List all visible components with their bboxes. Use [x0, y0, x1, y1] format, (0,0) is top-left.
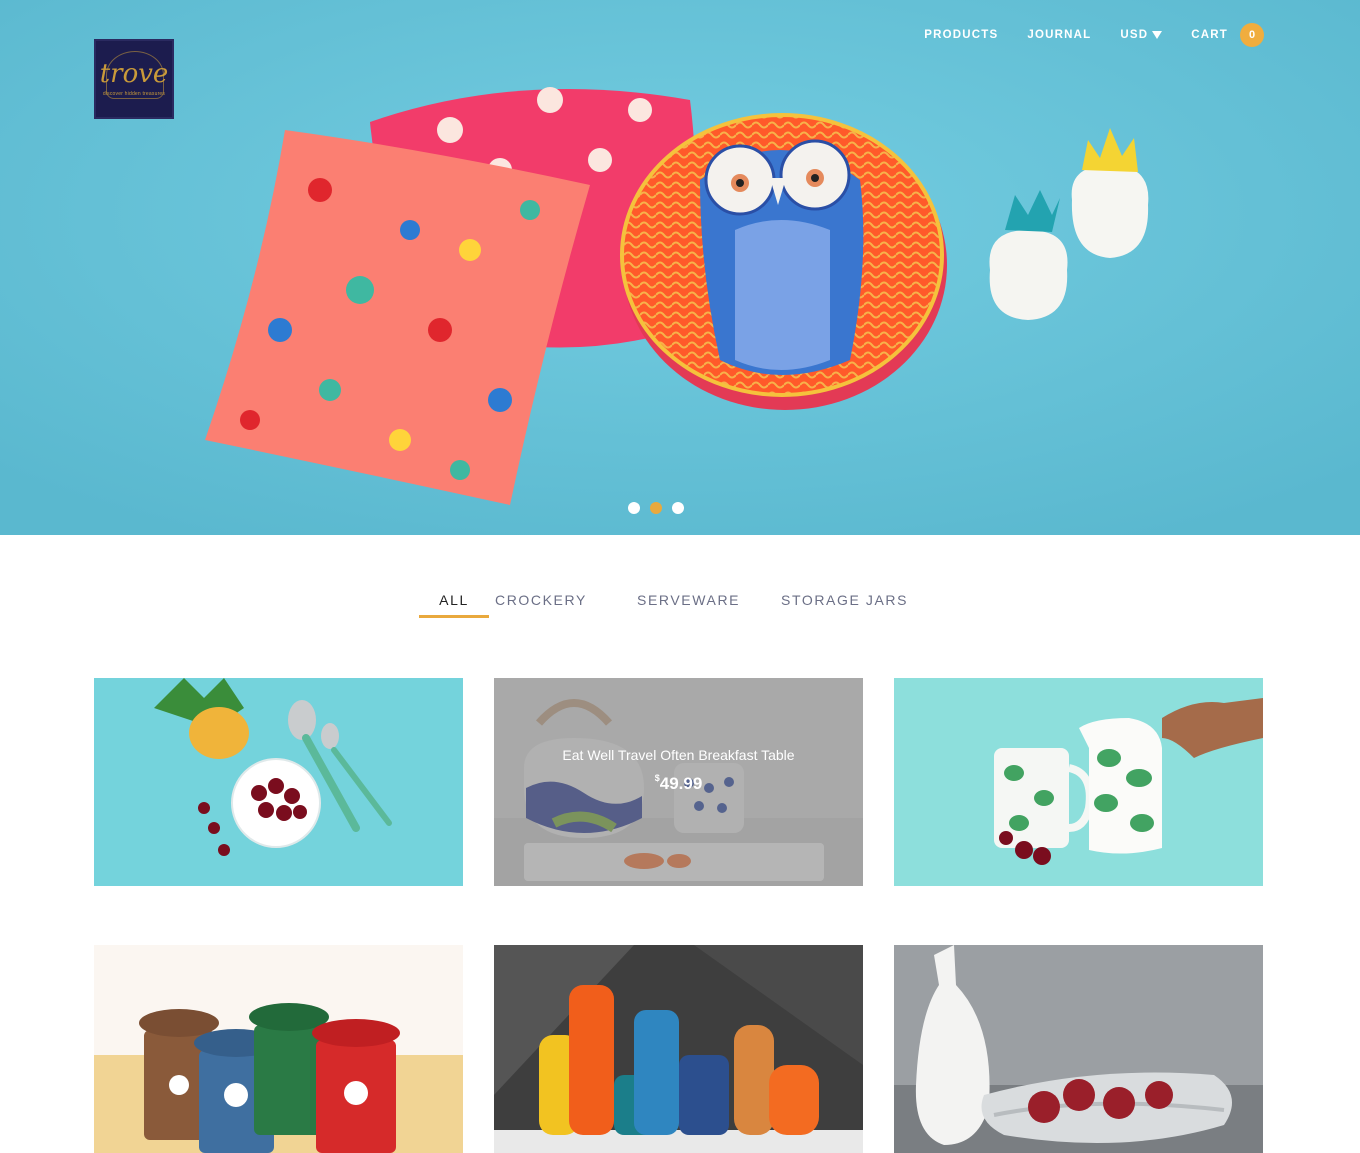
tab-all[interactable]: ALL	[419, 588, 489, 618]
product-card[interactable]: Eat Well Travel Often Breakfast Table $4…	[494, 678, 863, 886]
product-card[interactable]	[894, 945, 1263, 1153]
currency-selector[interactable]: USD	[1120, 29, 1163, 41]
product-card[interactable]	[94, 945, 463, 1153]
cart-label: CART	[1191, 29, 1228, 41]
category-tabs: ALL CROCKERY SERVEWARE STORAGE JARS	[419, 588, 921, 618]
currency-label: USD	[1120, 29, 1149, 41]
product-card[interactable]	[494, 945, 863, 1153]
product-card[interactable]	[94, 678, 463, 886]
hero-slider: trove discover hidden treasures PRODUCTS…	[0, 0, 1360, 535]
product-title: Eat Well Travel Often Breakfast Table	[562, 746, 795, 763]
slider-dot-2[interactable]	[650, 502, 662, 514]
product-image	[94, 678, 463, 886]
tab-crockery[interactable]: CROCKERY	[495, 588, 631, 618]
hero-image	[0, 0, 1360, 535]
nav-products[interactable]: PRODUCTS	[924, 29, 998, 41]
product-image	[894, 945, 1263, 1153]
caret-down-icon	[1152, 31, 1163, 39]
brand-logo[interactable]: trove discover hidden treasures	[94, 39, 174, 119]
product-image	[94, 945, 463, 1153]
product-price: $49.99	[655, 773, 703, 794]
nav-journal[interactable]: JOURNAL	[1027, 29, 1091, 41]
slider-dots	[628, 502, 684, 514]
product-card[interactable]	[894, 678, 1263, 886]
cart-button[interactable]: CART 0	[1191, 23, 1264, 47]
logo-ornament	[106, 51, 164, 99]
product-hover-overlay: Eat Well Travel Often Breakfast Table $4…	[494, 678, 863, 886]
main-nav: PRODUCTS JOURNAL USD CART 0	[924, 22, 1264, 48]
product-image	[894, 678, 1263, 886]
price-value: 49.99	[659, 773, 703, 793]
slider-dot-3[interactable]	[672, 502, 684, 514]
slider-dot-1[interactable]	[628, 502, 640, 514]
tab-serveware[interactable]: SERVEWARE	[637, 588, 781, 618]
tab-storage-jars[interactable]: STORAGE JARS	[781, 588, 921, 618]
cart-count-badge: 0	[1240, 23, 1264, 47]
product-image	[494, 945, 863, 1153]
